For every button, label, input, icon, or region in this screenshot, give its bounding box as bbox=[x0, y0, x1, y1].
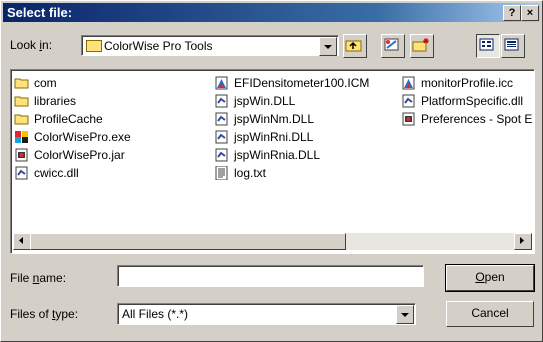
new-folder-icon bbox=[412, 38, 429, 52]
folder-icon bbox=[14, 76, 30, 90]
chevron-down-icon[interactable] bbox=[319, 37, 337, 56]
file-name-label: File name: bbox=[10, 271, 67, 285]
file-name: PlatformSpecific.dll bbox=[421, 94, 524, 108]
chevron-down-icon[interactable] bbox=[396, 305, 414, 324]
close-button[interactable]: × bbox=[521, 5, 539, 21]
desktop-button[interactable] bbox=[381, 34, 405, 58]
dll-icon bbox=[214, 130, 230, 144]
text-file-icon bbox=[214, 165, 230, 181]
dll-icon bbox=[14, 166, 30, 180]
file-list[interactable]: com libraries ProfileCache ColorWisePro.exe… bbox=[10, 69, 535, 254]
file-name: monitorProfile.icc bbox=[421, 76, 514, 90]
select-file-dialog: Select file: ? × Look in: ColorWise Pro … bbox=[0, 0, 543, 342]
file-name: cwicc.dll bbox=[34, 166, 79, 180]
file-name: jspWinRni.DLL bbox=[234, 130, 314, 144]
list-view-button[interactable] bbox=[476, 34, 500, 58]
file-name: jspWinRnia.DLL bbox=[234, 148, 321, 162]
file-name: jspWin.DLL bbox=[234, 94, 296, 108]
files-of-type-value: All Files (*.*) bbox=[122, 307, 189, 321]
folder-icon bbox=[14, 94, 30, 108]
dll-icon bbox=[214, 148, 230, 162]
details-view-button[interactable] bbox=[501, 34, 525, 58]
scroll-thumb[interactable] bbox=[30, 233, 346, 250]
file-name: log.txt bbox=[234, 166, 267, 180]
title-bar[interactable]: Select file: ? × bbox=[3, 3, 540, 22]
scroll-left-button[interactable] bbox=[13, 233, 31, 250]
icm-icon bbox=[214, 76, 230, 90]
arrow-left-icon bbox=[19, 237, 23, 244]
horizontal-scrollbar[interactable] bbox=[13, 233, 532, 250]
dialog-title: Select file: bbox=[7, 5, 73, 20]
open-button[interactable]: Open bbox=[445, 264, 535, 292]
files-of-type-label: Files of type: bbox=[10, 307, 79, 321]
new-folder-button[interactable] bbox=[410, 34, 434, 58]
folder-icon bbox=[14, 112, 30, 126]
cancel-button[interactable]: Cancel bbox=[446, 301, 534, 327]
file-name: Preferences - Spot E bbox=[421, 112, 533, 126]
arrow-right-icon bbox=[520, 237, 524, 244]
dll-icon bbox=[214, 112, 230, 126]
icm-icon bbox=[401, 76, 417, 90]
look-in-combo[interactable]: ColorWise Pro Tools bbox=[81, 35, 339, 56]
file-name: com bbox=[34, 76, 57, 90]
help-button[interactable]: ? bbox=[503, 5, 521, 21]
look-in-value: ColorWise Pro Tools bbox=[104, 39, 213, 53]
dll-icon bbox=[214, 94, 230, 108]
file-name-input[interactable] bbox=[117, 265, 424, 287]
jar-icon bbox=[401, 112, 417, 126]
up-one-level-button[interactable] bbox=[343, 34, 367, 58]
details-view-icon bbox=[504, 38, 519, 51]
desktop-icon bbox=[384, 38, 399, 51]
file-name: libraries bbox=[34, 94, 77, 108]
file-name: ProfileCache bbox=[34, 112, 103, 126]
app-icon bbox=[14, 130, 30, 144]
look-in-label: Look in: bbox=[10, 38, 53, 52]
files-of-type-select[interactable]: All Files (*.*) bbox=[117, 303, 416, 325]
file-name: ColorWisePro.jar bbox=[34, 148, 125, 162]
file-name: jspWinNm.DLL bbox=[234, 112, 315, 126]
file-name: EFIDensitometer100.ICM bbox=[234, 76, 370, 90]
file-name: ColorWisePro.exe bbox=[34, 130, 131, 144]
dll-icon bbox=[401, 94, 417, 108]
jar-icon bbox=[14, 148, 30, 162]
up-folder-icon bbox=[345, 40, 362, 52]
scroll-right-button[interactable] bbox=[514, 233, 532, 250]
list-view-icon bbox=[479, 38, 494, 51]
folder-open-icon bbox=[86, 40, 102, 52]
